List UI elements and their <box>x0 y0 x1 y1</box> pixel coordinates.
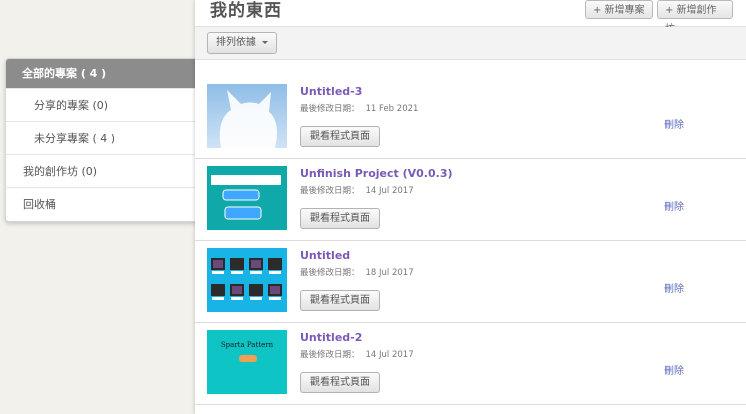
sort-dropdown-label: 排列依據 <box>216 37 256 48</box>
project-date: 最後修改日期： 11 Feb 2021 <box>300 102 418 114</box>
date-label: 最後修改日期： <box>300 268 360 278</box>
page-title: 我的東西 <box>210 1 282 21</box>
project-thumbnail-cat-icon[interactable] <box>207 84 287 148</box>
view-project-button[interactable]: 觀看程式頁面 <box>300 126 380 147</box>
project-list: Untitled-3 最後修改日期： 11 Feb 2021 觀看程式頁面 刪除 … <box>195 77 746 405</box>
sidebar-item-my-studios[interactable]: 我的創作坊 (0) <box>6 155 196 188</box>
date-value: 18 Jul 2017 <box>365 268 414 278</box>
sidebar-item-trash[interactable]: 回收桶 <box>6 188 196 221</box>
project-thumbnail-sparta-ui[interactable]: Sparta Pattern <box>207 330 287 394</box>
project-row: Sparta Pattern Untitled-2 最後修改日期： 14 Jul … <box>195 323 746 405</box>
view-project-button[interactable]: 觀看程式頁面 <box>300 208 380 229</box>
delete-link[interactable]: 刪除 <box>664 362 684 377</box>
project-title[interactable]: Unfinish Project (V0.0.3) <box>300 167 453 180</box>
date-label: 最後修改日期： <box>300 186 360 196</box>
project-date: 最後修改日期： 18 Jul 2017 <box>300 266 414 278</box>
date-value: 11 Feb 2021 <box>365 104 419 114</box>
date-label: 最後修改日期： <box>300 104 360 114</box>
new-project-button[interactable]: + 新增專案 <box>585 0 653 19</box>
thumbnail-text: Sparta Pattern <box>221 341 274 349</box>
date-value: 14 Jul 2017 <box>365 350 414 360</box>
toolbar: 排列依據 <box>195 27 746 60</box>
sidebar-item-unshared-projects[interactable]: 未分享專案 ( 4 ) <box>6 122 196 155</box>
page-header: 我的東西 + 新增專案 + 新增創作坊 <box>195 0 746 35</box>
new-studio-button[interactable]: + 新增創作坊 <box>657 0 733 35</box>
date-value: 14 Jul 2017 <box>365 186 414 196</box>
project-thumbnail-grid-ui[interactable] <box>207 248 287 312</box>
project-date: 最後修改日期： 14 Jul 2017 <box>300 184 414 196</box>
view-project-button[interactable]: 觀看程式頁面 <box>300 290 380 311</box>
sidebar-item-all-projects[interactable]: 全部的專案 ( 4 ) <box>6 59 196 89</box>
project-title[interactable]: Untitled <box>300 249 350 262</box>
sidebar: 全部的專案 ( 4 ) 分享的專案 (0) 未分享專案 ( 4 ) 我的創作坊 … <box>5 58 197 222</box>
delete-link[interactable]: 刪除 <box>664 198 684 213</box>
project-date: 最後修改日期： 14 Jul 2017 <box>300 348 414 360</box>
date-label: 最後修改日期： <box>300 350 360 360</box>
delete-link[interactable]: 刪除 <box>664 116 684 131</box>
view-project-button[interactable]: 觀看程式頁面 <box>300 372 380 393</box>
project-title[interactable]: Untitled-2 <box>300 331 362 344</box>
project-row: Untitled 最後修改日期： 18 Jul 2017 觀看程式頁面 刪除 <box>195 241 746 323</box>
sort-dropdown[interactable]: 排列依據 <box>207 32 277 54</box>
sidebar-item-shared-projects[interactable]: 分享的專案 (0) <box>6 89 196 122</box>
project-row: Untitled-3 最後修改日期： 11 Feb 2021 觀看程式頁面 刪除 <box>195 77 746 159</box>
main-panel: 我的東西 + 新增專案 + 新增創作坊 排列依據 <box>195 0 746 414</box>
project-row: Unfinish Project (V0.0.3) 最後修改日期： 14 Jul … <box>195 159 746 241</box>
project-title[interactable]: Untitled-3 <box>300 85 362 98</box>
caret-down-icon <box>262 40 268 44</box>
delete-link[interactable]: 刪除 <box>664 280 684 295</box>
project-thumbnail-teal-ui[interactable] <box>207 166 287 230</box>
